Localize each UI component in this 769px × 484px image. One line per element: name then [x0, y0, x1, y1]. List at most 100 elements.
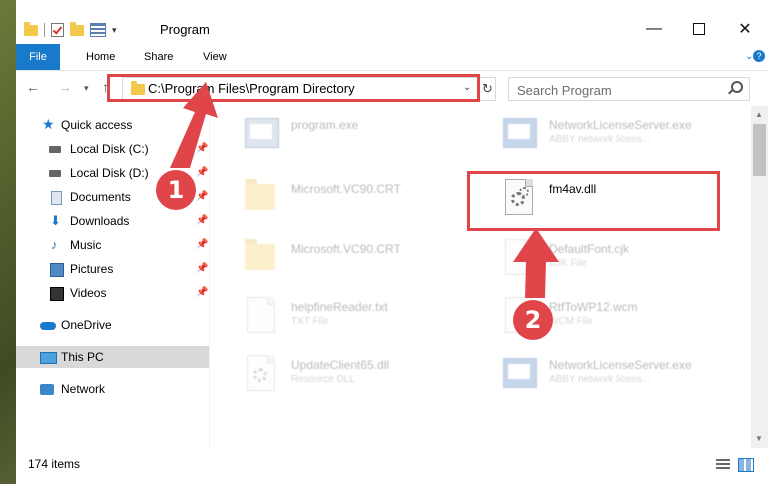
documents-icon: [51, 191, 62, 205]
refresh-button[interactable]: ↻: [478, 78, 496, 100]
drive-icon: [49, 146, 61, 153]
list-item[interactable]: helpfineReader.txt TXT File: [243, 294, 483, 344]
sidebar-item-label: Local Disk (D:): [70, 166, 149, 180]
sidebar-item-label: Local Disk (C:): [70, 142, 149, 156]
search-icon[interactable]: [731, 81, 743, 93]
sidebar-item-label: Pictures: [70, 262, 114, 276]
music-icon: ♪: [51, 237, 58, 252]
generic-file-icon: [501, 236, 537, 280]
tab-view[interactable]: View: [191, 44, 239, 70]
pictures-icon: [50, 263, 64, 277]
pin-icon[interactable]: 📌: [196, 162, 208, 184]
search-input[interactable]: [515, 80, 719, 100]
file-name: NetworkLicenseServer.exe: [549, 358, 692, 372]
tab-share[interactable]: Share: [132, 44, 185, 70]
exe-file-icon: [243, 112, 279, 156]
address-bar[interactable]: C:\Program Files\Program Directory ⌄ ↻: [122, 77, 496, 101]
list-item[interactable]: Microsoft.VC90.CRT: [243, 236, 483, 286]
folder-icon: [24, 21, 38, 36]
window-title: Program: [160, 22, 210, 37]
sidebar-item-onedrive[interactable]: OneDrive: [16, 314, 209, 336]
status-bar: 174 items: [16, 450, 769, 480]
properties-check-icon[interactable]: [51, 23, 64, 37]
sidebar-item-network[interactable]: Network: [16, 378, 209, 400]
step-badge-1: 1: [156, 170, 196, 210]
file-name: helpfineReader.txt: [291, 300, 388, 314]
chevron-down-icon[interactable]: ⌄: [463, 82, 471, 93]
ribbon-tabs: File Home Share View ⌄ ?: [16, 44, 769, 71]
details-view-icon[interactable]: [716, 459, 730, 469]
help-icon[interactable]: ?: [753, 50, 765, 62]
exe-file-icon: [501, 352, 537, 396]
videos-icon: [50, 287, 64, 301]
navigation-bar: ← → ▾ ↑ C:\Program Files\Program Directo…: [16, 71, 769, 105]
sidebar-item-label: Documents: [70, 190, 131, 204]
title-bar: ▾ Program — ✕: [16, 0, 769, 44]
text-file-icon: [243, 294, 279, 338]
minimize-button[interactable]: —: [631, 14, 677, 44]
maximize-button[interactable]: [676, 14, 722, 44]
cloud-icon: [40, 322, 56, 330]
computer-icon: [40, 352, 57, 364]
sidebar-item-label: Network: [61, 382, 106, 396]
list-item[interactable]: NetworkLicenseServer.exe ABBY network li…: [501, 352, 741, 402]
folder-icon: [131, 81, 145, 95]
large-icons-view-icon[interactable]: [738, 458, 754, 472]
navigation-pane: ★ Quick access Local Disk (C:) 📌 Local D…: [16, 106, 210, 448]
list-item[interactable]: program.exe: [243, 112, 483, 162]
file-list: program.exe Microsoft.VC90.CRT Microsoft…: [211, 106, 751, 448]
minimize-icon: —: [646, 20, 662, 37]
forward-arrow-icon[interactable]: →: [58, 79, 72, 95]
folder-icon: [243, 236, 279, 280]
list-item[interactable]: NetworkLicenseServer.exe ABBY network li…: [501, 112, 741, 162]
sidebar-item-label: OneDrive: [61, 318, 112, 332]
tab-home[interactable]: Home: [74, 44, 127, 70]
list-item[interactable]: Microsoft.VC90.CRT: [243, 176, 483, 226]
address-path[interactable]: C:\Program Files\Program Directory: [148, 81, 355, 96]
pin-icon[interactable]: 📌: [196, 210, 208, 232]
vertical-scrollbar[interactable]: ▲ ▼: [751, 106, 768, 448]
exe-file-icon: [501, 112, 537, 156]
drive-icon: [49, 170, 61, 177]
maximize-icon: [693, 23, 705, 35]
new-folder-icon[interactable]: [70, 21, 84, 36]
downloads-icon: ⬇: [50, 213, 61, 228]
pin-icon[interactable]: 📌: [196, 138, 208, 160]
sidebar-item-downloads[interactable]: ⬇ Downloads 📌: [16, 210, 209, 232]
back-arrow-icon[interactable]: ←: [26, 79, 40, 95]
file-name: NetworkLicenseServer.exe: [549, 118, 692, 132]
pin-icon[interactable]: 📌: [196, 186, 208, 208]
explorer-window: ▾ Program — ✕ File Home Share View ⌄ ? ←…: [16, 0, 769, 484]
scroll-down-icon[interactable]: ▼: [755, 434, 763, 443]
up-arrow-icon[interactable]: ↑: [102, 79, 109, 95]
sidebar-item-videos[interactable]: Videos 📌: [16, 282, 209, 304]
sidebar-item-music[interactable]: ♪ Music 📌: [16, 234, 209, 256]
dll-file-icon: [243, 352, 279, 396]
list-item-fm4av-dll[interactable]: fm4av.dll: [501, 176, 741, 226]
file-name: program.exe: [291, 118, 359, 132]
list-item[interactable]: UpdateClient65.dll Resource DLL: [243, 352, 483, 402]
file-name: fm4av.dll: [549, 182, 597, 196]
scrollbar-thumb[interactable]: [753, 124, 766, 176]
list-item[interactable]: DefaultFont.cjk CJK File: [501, 236, 741, 286]
file-name: Microsoft.VC90.CRT: [291, 182, 401, 196]
file-type: ABBY network licens...: [549, 374, 650, 385]
pin-icon[interactable]: 📌: [196, 234, 208, 256]
properties-icon[interactable]: [90, 23, 106, 37]
pin-icon[interactable]: 📌: [196, 282, 208, 304]
recent-locations-icon[interactable]: ▾: [84, 83, 89, 94]
sidebar-item-label: This PC: [61, 350, 104, 364]
sidebar-item-this-pc[interactable]: This PC: [16, 346, 209, 368]
expand-ribbon-button[interactable]: ⌄ ?: [745, 50, 765, 63]
sidebar-item-local-disk-c[interactable]: Local Disk (C:) 📌: [16, 138, 209, 160]
scroll-up-icon[interactable]: ▲: [755, 110, 763, 119]
pin-icon[interactable]: 📌: [196, 258, 208, 280]
file-type: Resource DLL: [291, 374, 355, 385]
search-box[interactable]: [508, 77, 750, 101]
customize-toolbar-icon[interactable]: ▾: [112, 25, 117, 36]
close-button[interactable]: ✕: [722, 14, 768, 44]
sidebar-item-label: Quick access: [61, 118, 133, 132]
tab-file[interactable]: File: [16, 44, 60, 70]
sidebar-item-pictures[interactable]: Pictures 📌: [16, 258, 209, 280]
sidebar-item-quick-access[interactable]: ★ Quick access: [16, 114, 209, 136]
